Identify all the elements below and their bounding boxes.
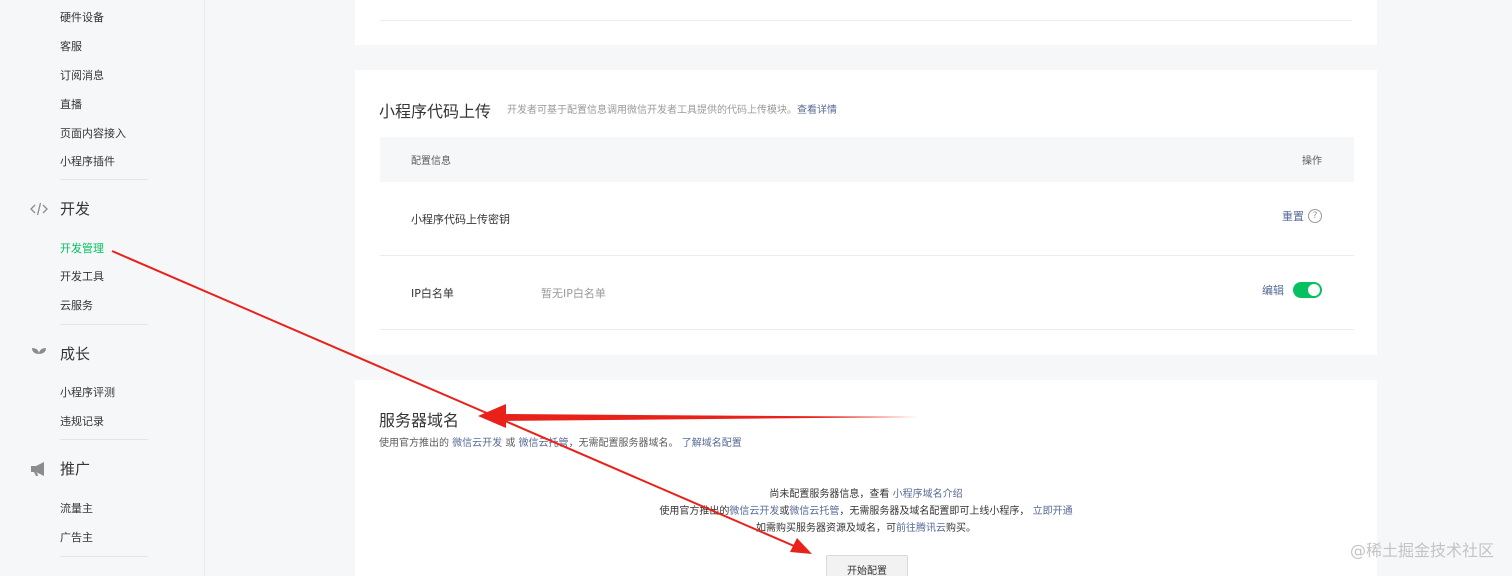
sidebar-item-dev-tools[interactable]: 开发工具 xyxy=(60,268,104,284)
cloud-dev-link[interactable]: 微信云开发 xyxy=(452,438,502,449)
empty-text: 尚未配置服务器信息，查看 xyxy=(769,489,890,500)
sidebar-item-hardware[interactable]: 硬件设备 xyxy=(60,9,104,25)
watermark: @稀土掘金技术社区 xyxy=(1349,541,1494,560)
empty-line: 如需购买服务器资源及域名，可前往腾讯云购买。 xyxy=(355,520,1377,537)
card-title: 服务器域名 xyxy=(379,411,460,430)
empty-text: 如需购买服务器资源及域名，可 xyxy=(756,523,896,534)
empty-line: 尚未配置服务器信息，查看 小程序域名介绍 xyxy=(355,486,1377,503)
empty-text: 购买。 xyxy=(946,523,976,534)
sidebar-item-cloud[interactable]: 云服务 xyxy=(60,297,93,313)
table-row: IP白名单 暂无IP白名单 编辑 xyxy=(380,256,1354,330)
row-label: 小程序代码上传密钥 xyxy=(411,213,510,226)
table-header: 配置信息 操作 xyxy=(380,137,1354,182)
sprout-icon xyxy=(30,345,48,363)
sidebar-section-title: 开发 xyxy=(60,200,91,218)
empty-text: 或 xyxy=(779,506,790,517)
sidebar-divider xyxy=(60,556,148,557)
cloud-hosting-link[interactable]: 微信云托管 xyxy=(519,438,569,449)
divider xyxy=(380,20,1352,21)
empty-line: 使用官方推出的微信云开发或微信云托管，无需服务器及域名配置即可上线小程序， 立即… xyxy=(355,503,1377,520)
card-subtitle: 使用官方推出的 微信云开发 或 微信云托管，无需配置服务器域名。 了解域名配置 xyxy=(379,434,742,449)
row-actions: 重置 ? xyxy=(1282,208,1322,224)
empty-state: 尚未配置服务器信息，查看 小程序域名介绍 使用官方推出的微信云开发或微信云托管，… xyxy=(355,486,1377,537)
description-text: 开发者可基于配置信息调用微信开发者工具提供的代码上传模块。 xyxy=(507,105,797,116)
sidebar-section-title: 推广 xyxy=(60,460,91,478)
reset-link[interactable]: 重置 xyxy=(1282,208,1304,224)
sidebar-item-customer-service[interactable]: 客服 xyxy=(60,38,82,54)
row-value: 暂无IP白名单 xyxy=(541,287,606,300)
sidebar-item-traffic-owner[interactable]: 流量主 xyxy=(60,500,93,516)
edit-link[interactable]: 编辑 xyxy=(1262,282,1284,298)
row-label: IP白名单 xyxy=(411,287,454,300)
sidebar-item-subscribe-message[interactable]: 订阅消息 xyxy=(60,67,104,83)
sidebar-section-title: 成长 xyxy=(60,345,91,363)
sidebar-item-violations[interactable]: 违规记录 xyxy=(60,413,104,429)
ip-whitelist-toggle[interactable] xyxy=(1293,282,1322,298)
row-actions: 编辑 xyxy=(1262,282,1322,298)
tencent-cloud-link[interactable]: 前往腾讯云 xyxy=(896,523,946,534)
server-domain-card: 服务器域名 使用官方推出的 微信云开发 或 微信云托管，无需配置服务器域名。 了… xyxy=(355,380,1377,576)
help-icon[interactable]: ? xyxy=(1308,209,1322,223)
column-header-actions: 操作 xyxy=(1302,156,1322,167)
sidebar-divider xyxy=(60,324,148,325)
empty-text: 使用官方推出的 xyxy=(659,506,730,517)
column-header-config: 配置信息 xyxy=(411,156,451,167)
sidebar-section-develop[interactable]: 开发 xyxy=(30,198,90,219)
sidebar: 硬件设备 客服 订阅消息 直播 页面内容接入 小程序插件 开发 开发管理 开发工… xyxy=(0,0,205,576)
megaphone-icon xyxy=(30,460,48,478)
sidebar-item-advertiser[interactable]: 广告主 xyxy=(60,529,93,545)
card-title: 小程序代码上传 xyxy=(379,102,492,121)
code-icon xyxy=(30,200,48,218)
sidebar-section-growth[interactable]: 成长 xyxy=(30,343,90,364)
sidebar-item-evaluation[interactable]: 小程序评测 xyxy=(60,384,115,400)
domain-intro-link[interactable]: 小程序域名介绍 xyxy=(893,489,963,500)
domain-config-link[interactable]: 了解域名配置 xyxy=(682,438,742,449)
start-config-button[interactable]: 开始配置 xyxy=(826,555,908,576)
subtitle-text: 使用官方推出的 xyxy=(379,438,449,449)
sidebar-item-page-content[interactable]: 页面内容接入 xyxy=(60,125,126,141)
view-details-link[interactable]: 查看详情 xyxy=(797,105,837,116)
sidebar-section-promotion[interactable]: 推广 xyxy=(30,458,90,479)
sidebar-item-live[interactable]: 直播 xyxy=(60,96,82,112)
empty-text: ，无需服务器及域名配置即可上线小程序， xyxy=(839,506,1030,517)
sidebar-item-plugin[interactable]: 小程序插件 xyxy=(60,153,115,169)
subtitle-text: ，无需配置服务器域名。 xyxy=(568,438,679,449)
sidebar-item-dev-manage[interactable]: 开发管理 xyxy=(60,240,104,256)
open-now-link[interactable]: 立即开通 xyxy=(1033,506,1073,517)
cloud-hosting-link[interactable]: 微信云托管 xyxy=(789,506,839,517)
sidebar-divider xyxy=(60,179,148,180)
code-upload-card: 小程序代码上传 开发者可基于配置信息调用微信开发者工具提供的代码上传模块。查看详… xyxy=(355,70,1377,355)
card-description: 开发者可基于配置信息调用微信开发者工具提供的代码上传模块。查看详情 xyxy=(507,101,837,116)
subtitle-text: 或 xyxy=(505,438,516,449)
sidebar-divider xyxy=(60,439,148,440)
previous-card xyxy=(355,0,1377,45)
cloud-dev-link[interactable]: 微信云开发 xyxy=(729,506,779,517)
table-row: 小程序代码上传密钥 重置 ? xyxy=(380,182,1354,256)
